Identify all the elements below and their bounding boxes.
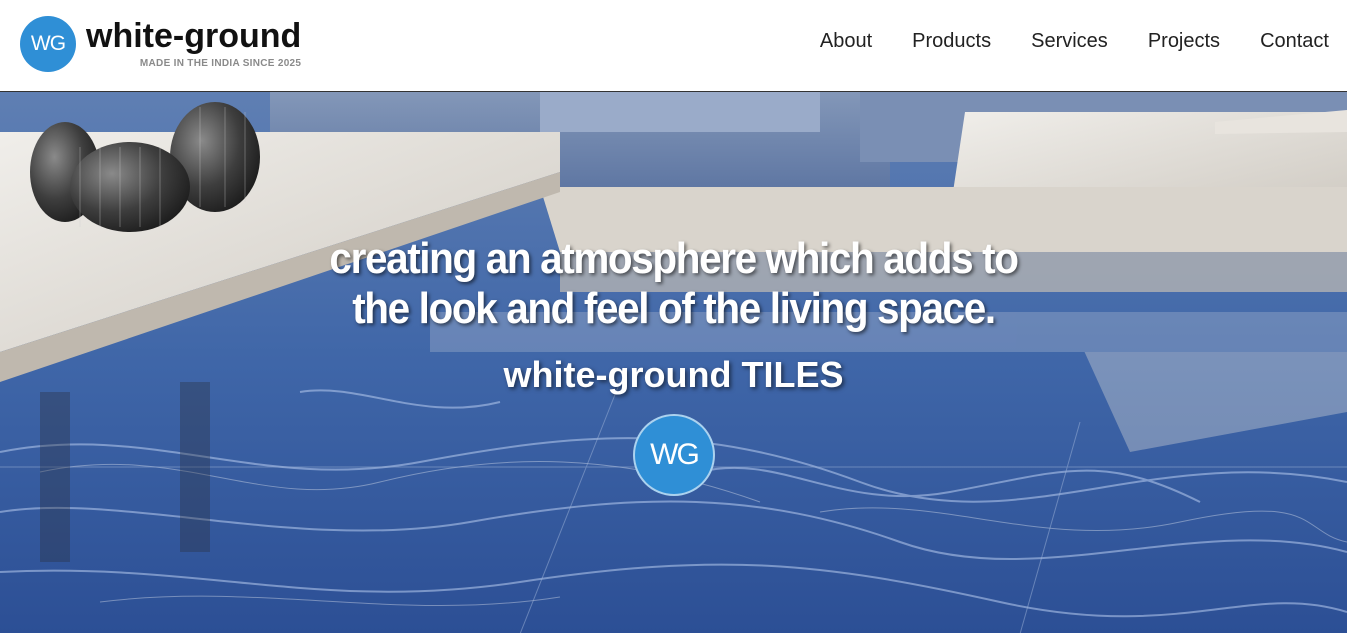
nav-link-projects[interactable]: Projects <box>1148 30 1220 53</box>
main-nav: About Products Services Projects Contact <box>780 30 1329 53</box>
nav-link-services[interactable]: Services <box>1031 30 1108 53</box>
site-logo[interactable]: WG white-ground MADE IN THE INDIA SINCE … <box>20 16 301 72</box>
nav-link-contact[interactable]: Contact <box>1260 30 1329 53</box>
hero-logo-badge-icon: WG <box>633 414 715 496</box>
hero-headline: creating an atmosphere which adds to the… <box>54 234 1293 334</box>
nav-link-about[interactable]: About <box>820 30 872 53</box>
hero-headline-line1: creating an atmosphere which adds to <box>329 234 1018 283</box>
hero-subtitle: white-ground TILES <box>503 354 844 395</box>
hero-headline-line2: the look and feel of the living space. <box>352 284 996 333</box>
brand-tagline: MADE IN THE INDIA SINCE 2025 <box>139 58 302 69</box>
hero-banner: creating an atmosphere which adds to the… <box>0 91 1347 633</box>
logo-badge-icon: WG <box>20 16 76 72</box>
brand-name: white-ground <box>86 17 302 55</box>
logo-text: white-ground MADE IN THE INDIA SINCE 202… <box>86 18 301 69</box>
nav-link-products[interactable]: Products <box>912 30 991 53</box>
site-header: WG white-ground MADE IN THE INDIA SINCE … <box>0 0 1347 91</box>
